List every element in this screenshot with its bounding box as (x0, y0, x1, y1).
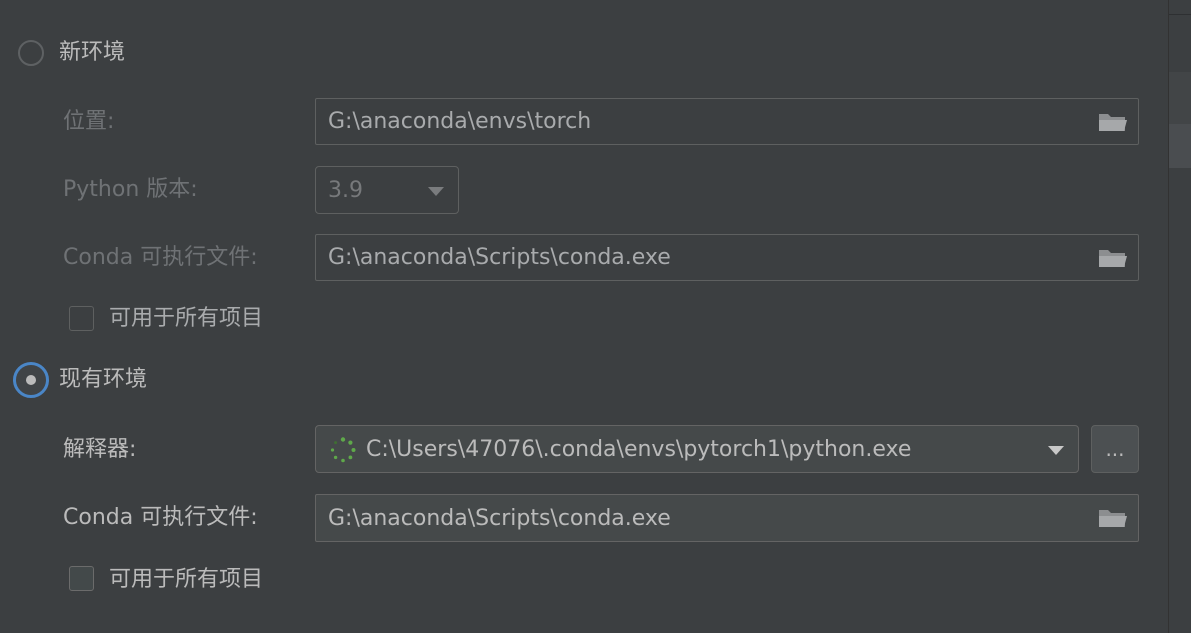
location-label: 位置: (63, 109, 115, 134)
interpreter-label: 解释器: (63, 437, 137, 462)
location-value: G:\anaconda\envs\torch (328, 109, 592, 134)
existing-env-label[interactable]: 现有环境 (59, 367, 147, 393)
existing-env-all-projects-label[interactable]: 可用于所有项目 (109, 567, 263, 593)
new-env-all-projects-checkbox[interactable] (69, 306, 94, 331)
panel-edge-segment (1169, 72, 1191, 125)
location-field[interactable]: G:\anaconda\envs\torch (315, 98, 1139, 145)
folder-icon[interactable] (1098, 247, 1128, 269)
loading-spinner-icon (330, 437, 356, 463)
existing-env-radio[interactable] (13, 362, 49, 398)
python-version-label: Python 版本: (63, 177, 198, 202)
new-env-conda-exe-label: Conda 可执行文件: (63, 245, 258, 270)
interpreter-value: C:\Users\47076\.conda\envs\pytorch1\pyth… (366, 436, 912, 462)
panel-edge-segment-selected[interactable] (1169, 124, 1191, 168)
new-env-radio[interactable] (18, 40, 44, 66)
python-version-value: 3.9 (328, 177, 363, 203)
chevron-down-icon[interactable] (1048, 446, 1064, 455)
existing-env-all-projects-checkbox[interactable] (69, 566, 94, 591)
new-env-label[interactable]: 新环境 (59, 40, 125, 66)
interpreter-select[interactable]: C:\Users\47076\.conda\envs\pytorch1\pyth… (315, 425, 1079, 473)
python-version-select[interactable]: 3.9 (315, 166, 459, 214)
existing-env-conda-exe-label: Conda 可执行文件: (63, 505, 258, 530)
new-env-all-projects-label[interactable]: 可用于所有项目 (109, 306, 263, 332)
new-env-conda-exe-value: G:\anaconda\Scripts\conda.exe (328, 245, 671, 270)
existing-env-conda-exe-value: G:\anaconda\Scripts\conda.exe (328, 505, 671, 531)
folder-icon[interactable] (1098, 507, 1128, 529)
browse-interpreter-button[interactable]: ... (1091, 425, 1139, 473)
radio-dot (26, 375, 36, 385)
chevron-down-icon (428, 187, 444, 196)
folder-icon[interactable] (1098, 111, 1128, 133)
new-env-conda-exe-field[interactable]: G:\anaconda\Scripts\conda.exe (315, 234, 1139, 281)
existing-env-conda-exe-field[interactable]: G:\anaconda\Scripts\conda.exe (315, 494, 1139, 542)
conda-environment-panel: 新环境 位置: G:\anaconda\envs\torch Python 版本… (0, 0, 1191, 633)
right-side-panel-edge (1168, 0, 1191, 633)
panel-edge-segment (1169, 0, 1191, 15)
